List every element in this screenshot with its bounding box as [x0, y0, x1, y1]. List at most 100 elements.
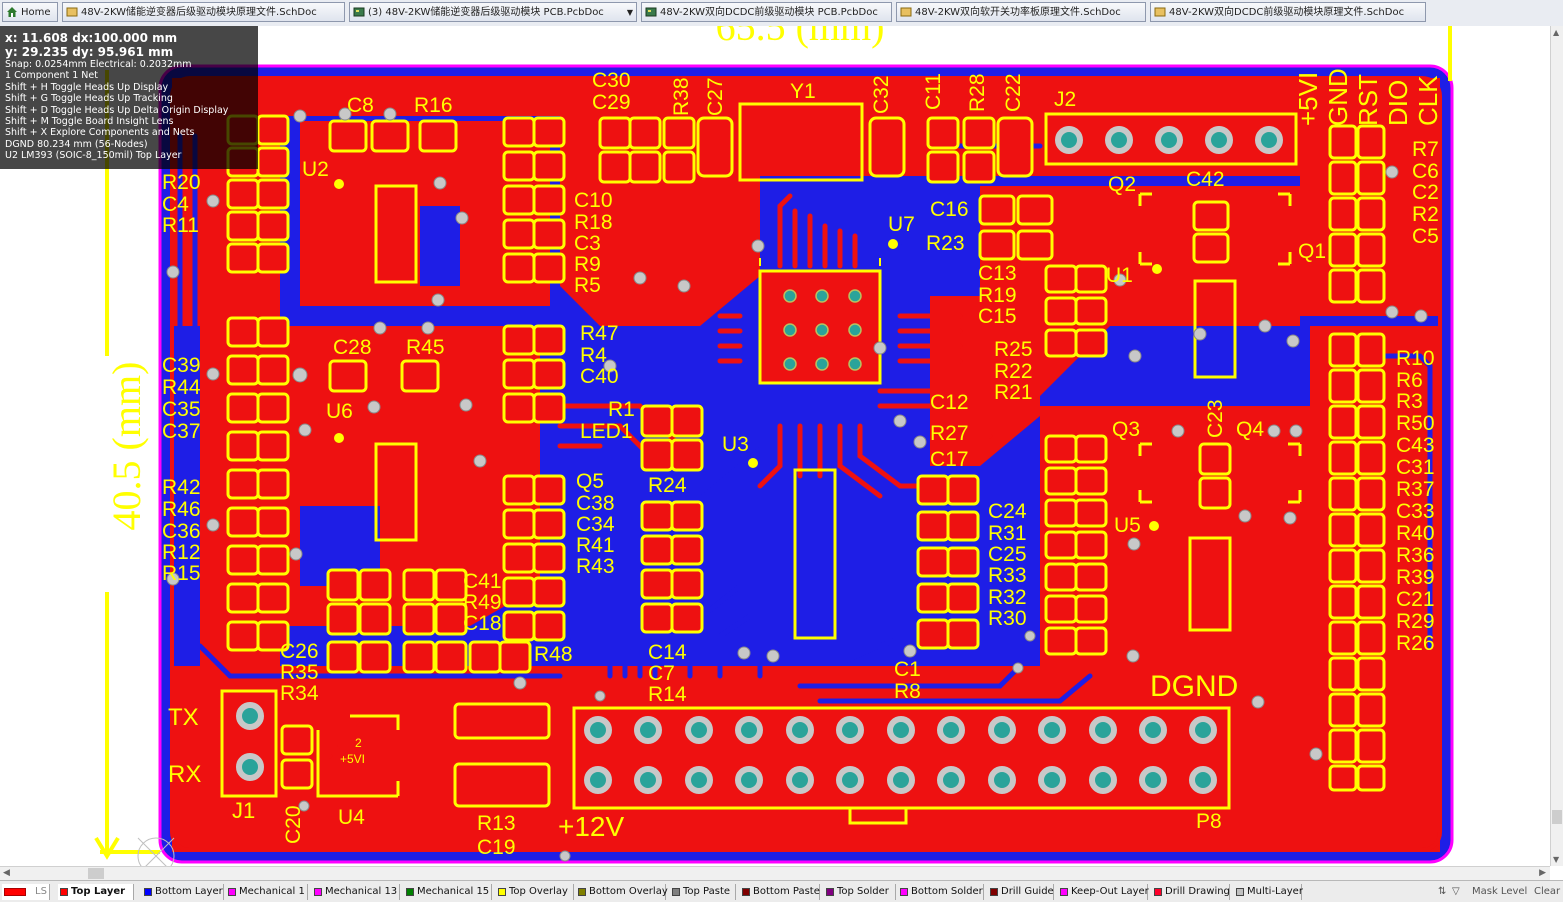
- designator: C42: [1186, 168, 1225, 191]
- designator: C11: [922, 73, 945, 110]
- scrollbar-thumb[interactable]: [1552, 810, 1562, 824]
- scroll-down-icon[interactable]: ▼: [1553, 855, 1559, 864]
- heads-up-display: x: 11.608 dx:100.000 mm y: 29.235 dy: 95…: [0, 26, 258, 169]
- u4-net-label: +5VI: [340, 752, 365, 766]
- heads-up-snap: Snap: 0.0254mm Electrical: 0.2032mm: [5, 59, 192, 70]
- heads-up-net-info: DGND 80.234 mm (56-Nodes): [5, 138, 148, 150]
- designator: R36: [1396, 544, 1435, 567]
- layer-label: Top Layer: [71, 886, 126, 897]
- designator: R21: [994, 381, 1033, 404]
- layer-tab-drill-drawing[interactable]: Drill Drawing: [1152, 884, 1230, 900]
- layer-tab-top-paste[interactable]: Top Paste: [670, 884, 736, 900]
- mcu-u7[interactable]: [758, 258, 882, 385]
- layer-tab-bottom-layer[interactable]: Bottom Layer: [142, 884, 224, 900]
- heads-up-coord-x: x: 11.608 dx:100.000 mm: [5, 31, 178, 45]
- net-label-dgnd: DGND: [1150, 670, 1238, 703]
- designator: R38: [670, 77, 693, 116]
- designator: C23: [1204, 399, 1227, 438]
- layer-tab-keep-out-layer[interactable]: Keep-Out Layer: [1058, 884, 1149, 900]
- u4-pin-label: 2: [355, 736, 362, 750]
- layer-tab-mechanical-15[interactable]: Mechanical 15: [404, 884, 492, 900]
- layer-color-swatch: [4, 888, 26, 896]
- designator: R49: [463, 591, 502, 614]
- designator: C34: [576, 513, 615, 536]
- designator: C40: [580, 365, 619, 388]
- tab-document[interactable]: 48V-2KW双向DCDC前级驱动模块原理文件.SchDoc: [1150, 2, 1426, 22]
- j1-label-rx: RX: [168, 761, 201, 788]
- designator: R22: [994, 360, 1033, 383]
- layer-tab-drill-guide[interactable]: Drill Guide: [988, 884, 1054, 900]
- document-tab-bar: Home 48V-2KW储能逆变器后级驱动模块原理文件.SchDoc (3) 4…: [0, 0, 1563, 27]
- designator: Q4: [1236, 418, 1264, 441]
- layer-color-swatch: [826, 888, 834, 896]
- designator: C5: [1412, 225, 1439, 248]
- layer-tab-multi-layer[interactable]: Multi-Layer: [1234, 884, 1303, 900]
- layer-color-swatch: [1154, 888, 1162, 896]
- net-label-12v: +12V: [558, 811, 624, 842]
- layer-tab-top-overlay[interactable]: Top Overlay: [496, 884, 574, 900]
- layer-tab-bottom-solder[interactable]: Bottom Solder: [898, 884, 984, 900]
- layer-tab-mechanical-13[interactable]: Mechanical 13: [312, 884, 400, 900]
- designator: C3: [574, 232, 601, 255]
- tab-document-active[interactable]: (3) 48V-2KW储能逆变器后级驱动模块 PCB.PcbDoc ▼: [349, 2, 637, 22]
- designator: R24: [648, 474, 687, 497]
- scroll-up-icon[interactable]: ▲: [1553, 28, 1559, 37]
- designator: U6: [326, 400, 353, 423]
- layer-label: Top Overlay: [509, 886, 568, 897]
- layer-tab-mechanical-1[interactable]: Mechanical 1: [226, 884, 308, 900]
- layer-label: Mechanical 15: [417, 886, 490, 897]
- heads-up-shortcut: Shift + X Explore Components and Nets: [5, 127, 195, 139]
- mask-level-button[interactable]: Mask Level: [1472, 884, 1527, 900]
- heads-up-component-info: U2 LM393 (SOIC-8_150mil) Top Layer: [5, 150, 182, 162]
- layer-tab-bottom-paste[interactable]: Bottom Paste: [740, 884, 820, 900]
- j1-designator: J1: [232, 798, 255, 823]
- layer-color-swatch: [578, 888, 586, 896]
- chevron-down-icon[interactable]: ▼: [627, 3, 633, 21]
- designator: C14: [648, 641, 687, 664]
- tab-document[interactable]: 48V-2KW双向软开关功率板原理文件.SchDoc: [896, 2, 1146, 22]
- designator: C30: [592, 69, 631, 92]
- designator: R15: [162, 562, 201, 585]
- scroll-right-icon[interactable]: ▶: [1539, 867, 1546, 880]
- designator: R29: [1396, 610, 1435, 633]
- scrollbar-thumb[interactable]: [88, 868, 104, 879]
- designator: C20: [282, 805, 305, 844]
- j1-label-tx: TX: [168, 704, 199, 731]
- tab-home[interactable]: Home: [2, 2, 58, 22]
- horizontal-scrollbar[interactable]: ◀ ▶: [0, 866, 1550, 880]
- layer-scroll-icon[interactable]: ⇅: [1438, 884, 1446, 900]
- designator: C2: [1412, 181, 1439, 204]
- designator: R31: [988, 522, 1027, 545]
- layer-set-button[interactable]: LS: [2, 884, 50, 900]
- layer-tab-bar: LS Top Layer Bottom Layer Mechanical 1 M…: [0, 880, 1563, 902]
- layer-label: Drill Drawing: [1165, 886, 1230, 897]
- heads-up-shortcut: Shift + H Toggle Heads Up Display: [5, 81, 169, 93]
- designator: R11: [162, 214, 199, 237]
- designator: J2: [1054, 88, 1076, 111]
- tab-document[interactable]: 48V-2KW储能逆变器后级驱动模块原理文件.SchDoc: [62, 2, 345, 22]
- designator: C8: [347, 94, 374, 117]
- tab-label: 48V-2KW双向软开关功率板原理文件.SchDoc: [915, 7, 1121, 18]
- designator: R10: [1396, 347, 1435, 370]
- designator: C22: [1002, 73, 1025, 112]
- tab-label: Home: [21, 7, 51, 18]
- designator: R3: [1396, 390, 1423, 413]
- layer-tab-top-solder[interactable]: Top Solder: [824, 884, 896, 900]
- designator: R41: [576, 534, 615, 557]
- dimension-horizontal-label: 65.5 (mm): [716, 26, 885, 49]
- vertical-scrollbar[interactable]: ▲ ▼: [1550, 26, 1563, 866]
- layer-tab-bottom-overlay[interactable]: Bottom Overlay: [576, 884, 668, 900]
- designator: C39: [162, 354, 201, 377]
- designator: C35: [162, 398, 201, 421]
- designator: R47: [580, 322, 619, 345]
- filter-icon[interactable]: ▽: [1452, 884, 1460, 900]
- designator: R30: [988, 607, 1027, 630]
- scroll-left-icon[interactable]: ◀: [3, 867, 10, 880]
- tab-document[interactable]: 48V-2KW双向DCDC前级驱动模块 PCB.PcbDoc: [641, 2, 892, 22]
- layer-color-swatch: [498, 888, 506, 896]
- designator: C41: [463, 570, 502, 593]
- designator: LED1: [580, 420, 633, 443]
- connector-label-gnd: GND: [1323, 68, 1353, 126]
- layer-tab-top-layer[interactable]: Top Layer: [58, 884, 134, 900]
- clear-button[interactable]: Clear: [1534, 884, 1560, 900]
